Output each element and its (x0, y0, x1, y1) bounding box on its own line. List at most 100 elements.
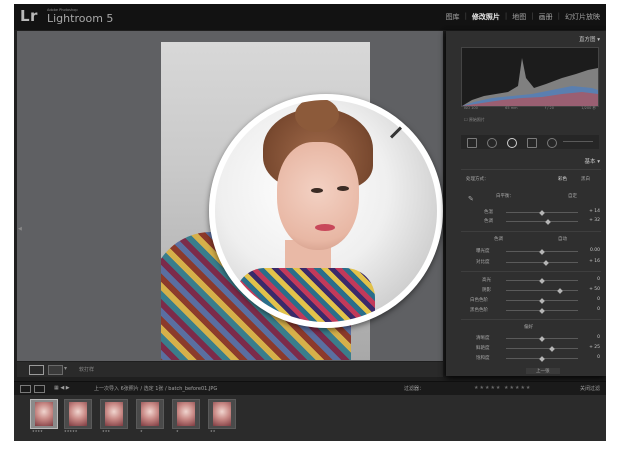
rating-filter-stars[interactable]: ★★★★★ ★★★★★ (474, 385, 531, 391)
monitor-2-icon[interactable] (34, 385, 45, 393)
vibrance-label: 鲜艳度 (476, 346, 490, 351)
brush-slider[interactable] (563, 141, 593, 142)
aperture-readout: f / 20 (544, 106, 554, 110)
shadows-slider[interactable] (506, 287, 578, 294)
clarity-slider-thumb[interactable] (539, 335, 545, 342)
previous-button[interactable]: 上一张 (526, 368, 560, 374)
left-panel-toggle-icon[interactable]: ◀ (18, 226, 22, 232)
tint-slider[interactable] (506, 218, 578, 225)
before-after-view-icon[interactable] (48, 365, 63, 375)
tone-auto-button[interactable]: 自动 (558, 236, 567, 242)
filmstrip-thumbnail[interactable] (208, 399, 236, 429)
highlights-slider-thumb[interactable] (539, 277, 545, 284)
filmstrip-thumbnail[interactable] (100, 399, 128, 429)
basic-title: 基本 (584, 159, 596, 165)
module-picker: 图库 | 修改照片 | 地图 | 画册 | 幻灯片放映 (446, 12, 600, 22)
image-viewer[interactable]: ◀ (17, 31, 443, 361)
histogram-graph (462, 58, 598, 106)
whites-slider-thumb[interactable] (539, 297, 545, 304)
loupe-view-icon[interactable] (29, 365, 44, 375)
original-photo-checkbox[interactable]: ☐ 原始照片 (464, 117, 485, 123)
graduated-filter-icon[interactable] (527, 138, 537, 148)
filter-dropdown[interactable]: 关闭过滤 (580, 385, 600, 392)
module-separator: | (464, 12, 467, 20)
exposure-slider-thumb[interactable] (539, 248, 545, 255)
saturation-slider-thumb[interactable] (539, 355, 545, 362)
clarity-slider[interactable] (506, 335, 578, 342)
vibrance-slider-thumb[interactable] (549, 345, 555, 352)
temp-slider[interactable] (506, 209, 578, 216)
viewer-toolbar: ▾ 软打样 (17, 362, 443, 377)
module-book[interactable]: 画册 (539, 12, 553, 22)
divider (461, 169, 601, 170)
contrast-slider-thumb[interactable] (543, 259, 549, 266)
vibrance-value[interactable]: + 25 (584, 345, 600, 350)
shadows-slider-thumb[interactable] (557, 287, 563, 294)
soft-proof-checkbox[interactable]: 软打样 (79, 366, 94, 373)
red-eye-icon[interactable] (507, 138, 517, 148)
highlights-label: 高光 (482, 278, 491, 283)
exposure-slider[interactable] (506, 248, 578, 255)
filmstrip-source[interactable]: 上一次导入 6张照片 / 选定 1张 / batch_before01.JPG (94, 385, 217, 392)
face (277, 142, 359, 250)
module-slideshow[interactable]: 幻灯片放映 (565, 12, 600, 22)
lips (315, 224, 335, 231)
module-map[interactable]: 地图 (512, 12, 526, 22)
original-photo-label: 原始照片 (468, 117, 485, 122)
lightroom-window: Lr Adobe Photoshop Lightroom 5 图库 | 修改照片 |… (14, 4, 606, 441)
spot-removal-icon[interactable] (487, 138, 497, 148)
contrast-slider[interactable] (506, 259, 578, 266)
highlights-value[interactable]: 0 (584, 277, 600, 282)
filmstrip-thumbnail[interactable] (64, 399, 92, 429)
whites-slider[interactable] (506, 297, 578, 304)
temp-slider-thumb[interactable] (539, 209, 545, 216)
radial-filter-icon[interactable] (547, 138, 557, 148)
blacks-slider-thumb[interactable] (539, 307, 545, 314)
crop-tool-icon[interactable] (467, 138, 477, 148)
contrast-label: 对比度 (476, 260, 490, 265)
module-separator: | (557, 12, 560, 20)
filmstrip-thumbnail[interactable] (172, 399, 200, 429)
dropdown-arrow-icon[interactable]: ▾ (64, 365, 67, 372)
basic-header[interactable]: 基本 ▾ (446, 157, 606, 168)
monitor-1-icon[interactable] (20, 385, 31, 393)
wb-value-dropdown[interactable]: 自定 (568, 193, 577, 199)
thumbnail-rating: ★★★★ (32, 429, 43, 433)
filmstrip-thumbnail[interactable] (30, 399, 58, 429)
focal-readout: 65 mm (505, 106, 518, 110)
lightroom-logo: Lr (20, 7, 38, 25)
exposure-label: 曝光度 (476, 249, 490, 254)
treatment-color-option[interactable]: 彩色 (558, 176, 567, 182)
saturation-value[interactable]: 0 (584, 355, 600, 360)
histogram-header[interactable]: 直方图 ▾ (446, 35, 606, 46)
temp-value[interactable]: + 14 (584, 209, 600, 214)
tint-value[interactable]: + 32 (584, 218, 600, 223)
exposure-value[interactable]: 0.00 (584, 248, 600, 253)
wb-eyedropper-icon[interactable]: ✎ (468, 195, 474, 203)
shadows-value[interactable]: + 50 (584, 287, 600, 292)
vibrance-slider[interactable] (506, 345, 578, 352)
app-name: Lightroom 5 (47, 12, 114, 25)
treatment-bw-option[interactable]: 黑白 (581, 176, 590, 182)
blacks-value[interactable]: 0 (584, 307, 600, 312)
filmstrip-thumbnail[interactable] (136, 399, 164, 429)
histogram (461, 47, 599, 107)
grid-icon[interactable]: ▦ ◀ ▶ (54, 385, 70, 391)
eye-right (337, 186, 349, 191)
presence-label: 偏好 (524, 325, 533, 330)
eye-left (311, 188, 323, 193)
contrast-value[interactable]: + 16 (584, 259, 600, 264)
whites-label: 白色色阶 (470, 298, 488, 303)
blacks-slider[interactable] (506, 307, 578, 314)
tint-slider-thumb[interactable] (545, 218, 551, 225)
module-library[interactable]: 图库 (446, 12, 460, 22)
whites-value[interactable]: 0 (584, 297, 600, 302)
zoom-loupe-circle (209, 94, 443, 328)
module-develop[interactable]: 修改照片 (472, 12, 500, 22)
saturation-slider[interactable] (506, 355, 578, 362)
shadows-label: 阴影 (482, 288, 491, 293)
tool-strip (461, 135, 599, 149)
clarity-value[interactable]: 0 (584, 335, 600, 340)
highlights-slider[interactable] (506, 277, 578, 284)
thumbnail-image (213, 402, 231, 426)
